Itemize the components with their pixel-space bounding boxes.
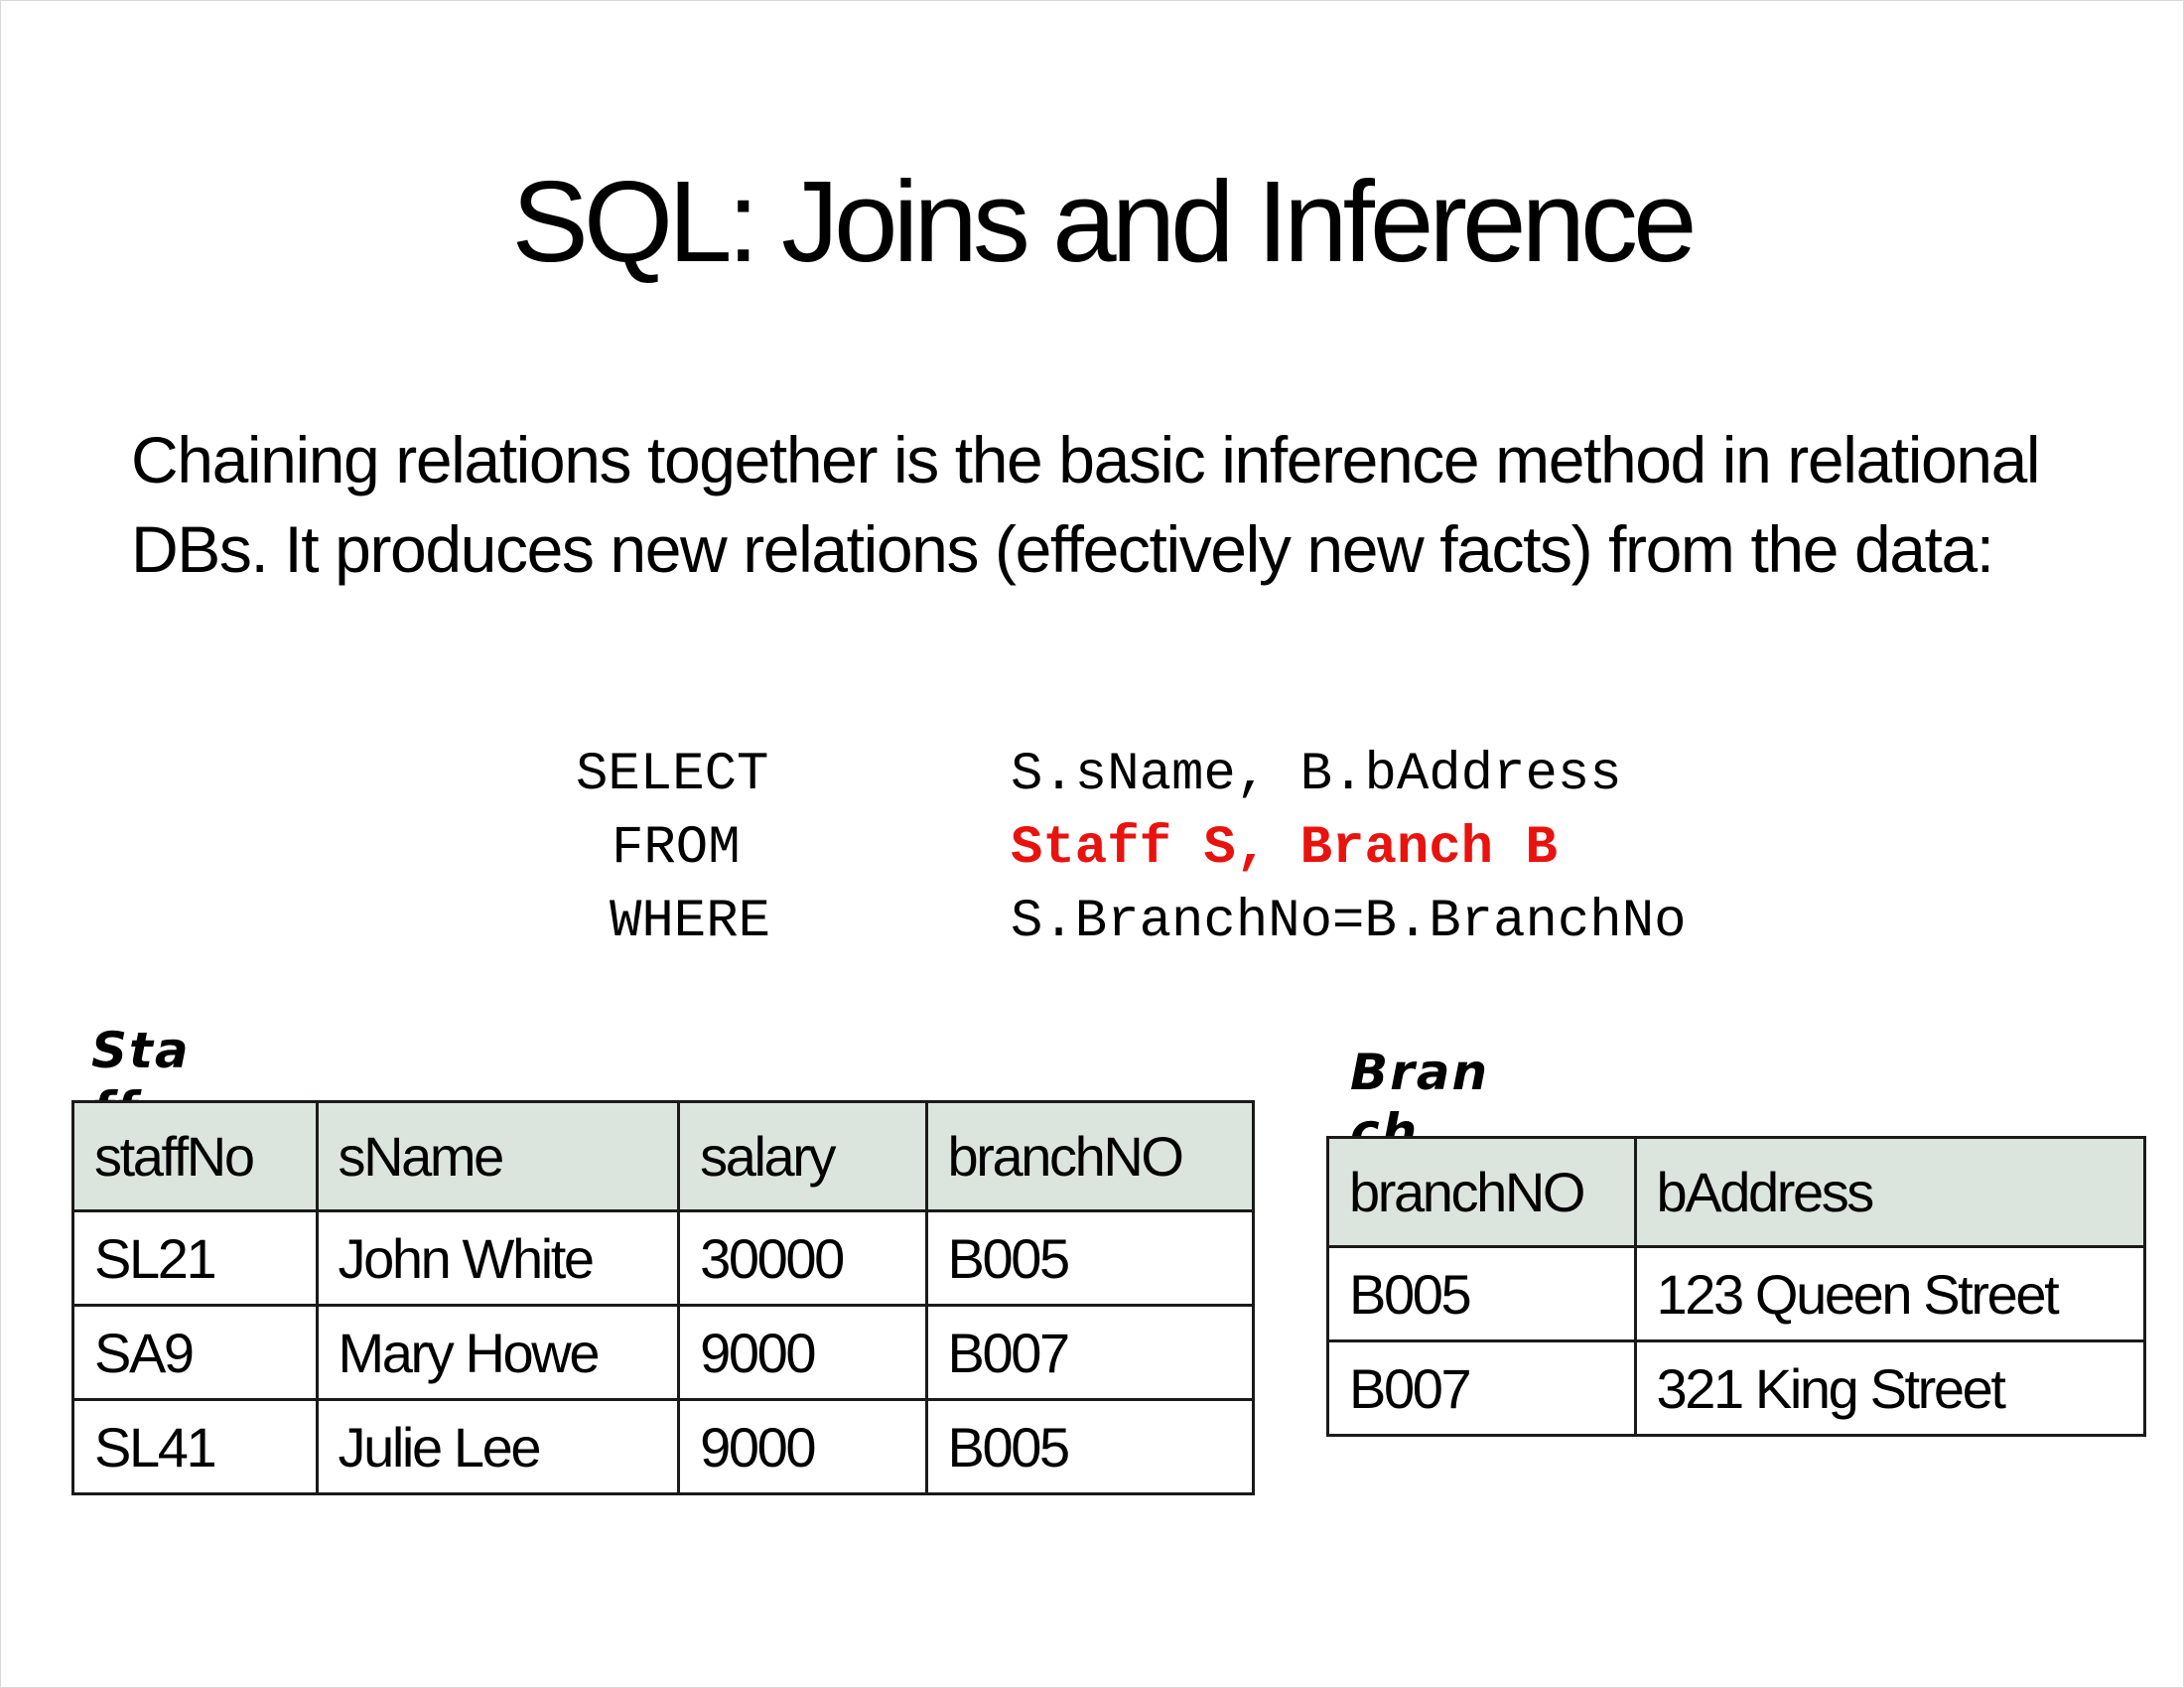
staff-cell: B005	[924, 1398, 1256, 1495]
branch-header-cell: branchNO	[1326, 1136, 1637, 1248]
staff-header-cell: sName	[315, 1100, 681, 1212]
staff-cell: John White	[315, 1209, 681, 1307]
staff-cell: SL21	[71, 1209, 319, 1307]
branch-cell: 123 Queen Street	[1633, 1245, 2147, 1342]
table-row: B005 123 Queen Street	[1326, 1245, 2147, 1342]
intro-paragraph: Chaining relations together is the basic…	[131, 423, 2041, 586]
where-clause: S.BranchNo=B.BranchNo	[1011, 892, 1687, 952]
staff-cell: SL41	[71, 1398, 319, 1495]
staff-header-cell: branchNO	[924, 1100, 1256, 1212]
from-keyword: FROM	[612, 818, 741, 879]
staff-cell: SA9	[71, 1304, 319, 1401]
table-row: SL21 John White 30000 B005	[71, 1209, 1256, 1307]
slide-title: SQL: Joins and Inference	[511, 157, 1697, 286]
staff-cell: 30000	[677, 1209, 928, 1307]
staff-cell: Julie Lee	[315, 1398, 681, 1495]
where-keyword: WHERE	[610, 892, 771, 952]
staff-cell: B007	[924, 1304, 1256, 1401]
branch-cell: B005	[1326, 1245, 1637, 1342]
table-row: SL41 Julie Lee 9000 B005	[71, 1398, 1256, 1495]
staff-cell: Mary Howe	[315, 1304, 681, 1401]
staff-table: staffNo sName salary branchNO SL21 John …	[71, 1100, 1256, 1495]
branch-cell: B007	[1326, 1339, 1637, 1437]
staff-cell: B005	[924, 1209, 1256, 1307]
select-keyword: SELECT	[576, 745, 769, 805]
staff-header-row: staffNo sName salary branchNO	[71, 1100, 1256, 1212]
branch-header-row: branchNO bAddress	[1326, 1136, 2147, 1248]
staff-header-cell: salary	[677, 1100, 928, 1212]
branch-header-cell: bAddress	[1633, 1136, 2147, 1248]
table-row: B007 321 King Street	[1326, 1339, 2147, 1437]
from-clause: Staff S, Branch B	[1011, 818, 1558, 879]
staff-cell: 9000	[677, 1304, 928, 1401]
select-clause: S.sName, B.bAddress	[1011, 745, 1622, 805]
staff-cell: 9000	[677, 1398, 928, 1495]
table-row: SA9 Mary Howe 9000 B007	[71, 1304, 1256, 1401]
staff-header-cell: staffNo	[71, 1100, 319, 1212]
branch-cell: 321 King Street	[1633, 1339, 2147, 1437]
branch-table: branchNO bAddress B005 123 Queen Street …	[1326, 1136, 2147, 1437]
